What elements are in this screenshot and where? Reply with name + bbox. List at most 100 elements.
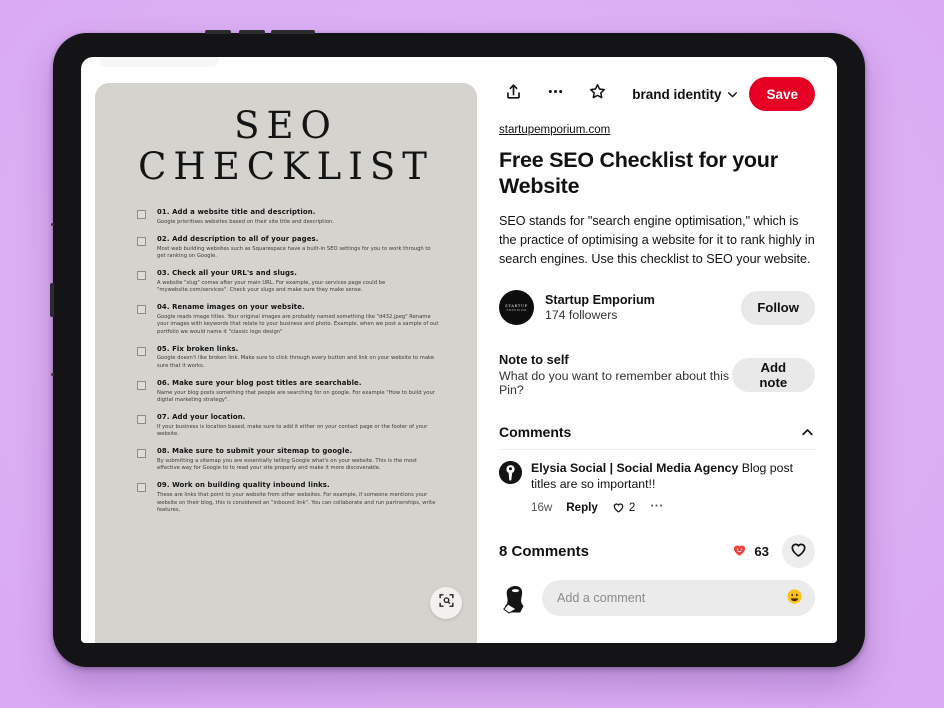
creator-avatar-line1: STARTUP (505, 303, 528, 308)
checklist-item-text: 07. Add your location. If your business i… (157, 413, 439, 439)
checklist-item-text: 08. Make sure to submit your sitemap to … (157, 447, 439, 473)
checklist-item: 09. Work on building quality inbound lin… (137, 481, 439, 514)
checklist-item-heading: 01. Add a website title and description. (157, 207, 316, 216)
checklist-item: 08. Make sure to submit your sitemap to … (137, 447, 439, 473)
creator-row: STARTUP EMPORIUM Startup Emporium 174 fo… (499, 290, 815, 326)
favorite-button[interactable] (583, 80, 611, 108)
save-button[interactable]: Save (749, 77, 815, 111)
board-selector-label: brand identity (632, 86, 722, 102)
side-button[interactable] (50, 283, 54, 317)
pin-description: SEO stands for "search engine optimisati… (499, 214, 815, 266)
comment-list: Elysia Social | Social Media Agency Blog… (499, 449, 815, 526)
checklist-item-body: Most web building websites such as Squar… (157, 245, 431, 259)
note-to-self-subtitle: What do you want to remember about this … (499, 369, 730, 398)
comment-item: Elysia Social | Social Media Agency Blog… (499, 449, 815, 526)
checklist-item-text: 04. Rename images on your website. Google… (157, 303, 439, 336)
more-horizontal-icon (546, 82, 565, 106)
checklist-checkbox[interactable] (137, 380, 146, 390)
checklist-item-text: 02. Add description to all of your pages… (157, 235, 439, 261)
checklist-item-body: Google reads image titles. Your original… (157, 313, 439, 335)
checklist-item-heading: 06. Make sure your blog post titles are … (157, 378, 362, 387)
comment-body: Elysia Social | Social Media Agency Blog… (531, 461, 815, 516)
creator-avatar[interactable]: STARTUP EMPORIUM (499, 290, 534, 326)
follow-button[interactable]: Follow (741, 290, 815, 325)
reaction-heart-emoji (731, 541, 748, 563)
like-button[interactable] (782, 535, 815, 569)
user-avatar[interactable] (499, 581, 532, 615)
pin-detail-page: SEO CHECKLIST 01. Add a website title an… (81, 57, 837, 643)
zoom-in-icon (438, 592, 455, 614)
checklist-item-text: 05. Fix broken links. Google doesn't like… (157, 345, 439, 371)
checklist-checkbox[interactable] (137, 346, 146, 356)
comment-more-button[interactable] (649, 498, 664, 516)
checklist-checkbox[interactable] (137, 414, 146, 424)
comment-composer (499, 580, 815, 617)
comment-like-button[interactable]: 2 (612, 501, 635, 514)
checklist-checkbox[interactable] (137, 270, 146, 280)
pin-image-pane: SEO CHECKLIST 01. Add a website title an… (81, 57, 477, 643)
checklist-item-text: 03. Check all your URL's and slugs. A web… (157, 269, 439, 295)
smiley-face-icon[interactable] (786, 588, 803, 608)
comment-meta: 16w Reply 2 (531, 498, 815, 516)
volume-button-up[interactable] (205, 30, 231, 34)
checklist-item-heading: 03. Check all your URL's and slugs. (157, 268, 298, 277)
tablet-screen: SEO CHECKLIST 01. Add a website title an… (81, 57, 837, 643)
checklist: 01. Add a website title and description.… (121, 208, 451, 514)
checklist-item: 01. Add a website title and description.… (137, 208, 439, 226)
more-options-button[interactable] (541, 80, 569, 108)
side-port-dot (51, 373, 54, 376)
checklist-item: 02. Add description to all of your pages… (137, 235, 439, 261)
checklist-checkbox[interactable] (137, 236, 146, 246)
checklist-checkbox[interactable] (137, 305, 146, 315)
reaction-count: 63 (754, 544, 769, 560)
note-to-self-text: Note to self What do you want to remembe… (499, 352, 732, 397)
checklist-item: 03. Check all your URL's and slugs. A web… (137, 269, 439, 295)
checklist-item-text: 06. Make sure your blog post titles are … (157, 379, 439, 405)
comment-count-row: 8 Comments 63 (499, 535, 815, 569)
comment-author[interactable]: Elysia Social | Social Media Agency (531, 461, 738, 475)
comment-input-wrapper[interactable] (542, 580, 815, 617)
comment-line: Elysia Social | Social Media Agency Blog… (531, 461, 815, 493)
comment-author-avatar[interactable] (499, 461, 522, 485)
share-upload-icon (504, 82, 523, 106)
checklist-checkbox[interactable] (137, 209, 146, 219)
star-outline-icon (588, 82, 607, 106)
share-button[interactable] (499, 80, 527, 108)
comments-header-label: Comments (499, 424, 572, 441)
comment-input[interactable] (557, 591, 786, 606)
pin-image-title-line2: CHECKLIST (138, 145, 434, 189)
reaction-summary[interactable]: 63 (731, 535, 815, 569)
pin-image-title-line1: SEO (234, 104, 338, 147)
pin-image[interactable]: SEO CHECKLIST 01. Add a website title an… (95, 83, 477, 643)
checklist-checkbox[interactable] (137, 449, 146, 459)
checklist-checkbox[interactable] (137, 483, 146, 493)
comment-timestamp: 16w (531, 500, 553, 514)
source-link[interactable]: startupemporium.com (499, 124, 815, 136)
board-selector[interactable]: brand identity (632, 87, 739, 102)
comments-header[interactable]: Comments (499, 424, 815, 449)
checklist-item-text: 09. Work on building quality inbound lin… (157, 481, 439, 514)
chevron-up-icon[interactable] (800, 425, 815, 440)
checklist-item-body: A website "slug" comes after your main U… (157, 279, 386, 294)
power-button[interactable] (271, 30, 315, 34)
add-note-button[interactable]: Add note (731, 357, 815, 392)
checklist-item-text: 01. Add a website title and description.… (157, 208, 439, 226)
checklist-item-body: By submitting a sitemap you are essentia… (157, 458, 417, 472)
creator-followers: 174 followers (545, 308, 618, 323)
zoom-in-button[interactable] (430, 587, 462, 619)
checklist-item-body: These are links that point to your websi… (157, 492, 436, 513)
pin-title: Free SEO Checklist for your Website (499, 148, 778, 199)
comment-reply-button[interactable]: Reply (566, 501, 598, 514)
note-to-self-row: Note to self What do you want to remembe… (499, 352, 815, 397)
creator-info[interactable]: Startup Emporium 174 followers (545, 293, 655, 322)
tablet-device-frame: SEO CHECKLIST 01. Add a website title an… (50, 30, 865, 667)
checklist-item: 07. Add your location. If your business i… (137, 413, 439, 439)
checklist-item-heading: 04. Rename images on your website. (157, 303, 305, 312)
checklist-item-body: Google prioritises websites based on the… (157, 218, 334, 225)
comment-like-count: 2 (628, 500, 636, 514)
creator-avatar-line2: EMPORIUM (506, 308, 527, 312)
volume-button-down[interactable] (239, 30, 265, 34)
checklist-item-heading: 08. Make sure to submit your sitemap to … (157, 447, 353, 456)
checklist-item-heading: 05. Fix broken links. (157, 344, 239, 353)
chevron-down-icon (726, 88, 739, 101)
